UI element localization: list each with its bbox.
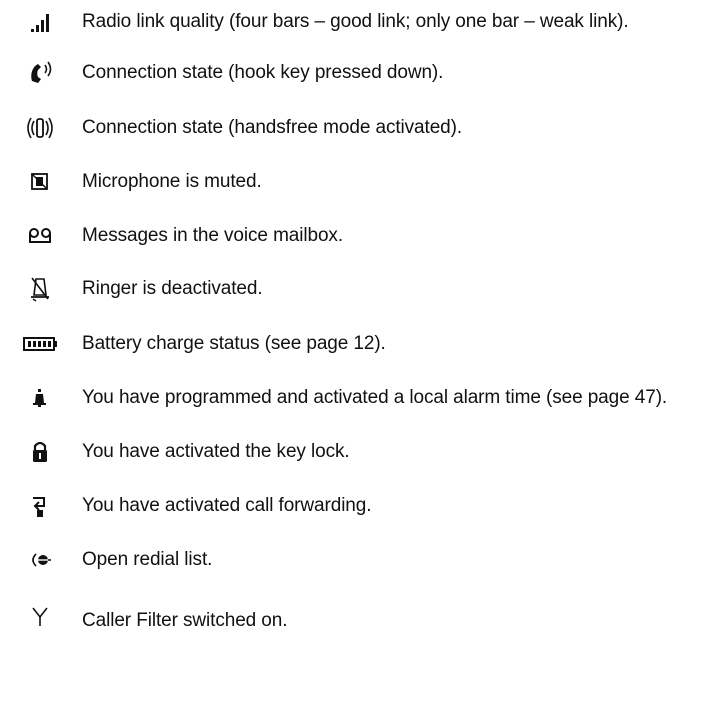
signal-bars-icon bbox=[22, 4, 58, 40]
ringer-off-icon bbox=[22, 271, 58, 307]
key-lock-icon bbox=[22, 434, 58, 470]
legend-row-mic-muted: Microphone is muted. bbox=[0, 162, 722, 202]
legend-row-redial: Open redial list. bbox=[0, 540, 722, 580]
legend-row-battery: Battery charge status (see page 12). bbox=[0, 324, 722, 364]
legend-row-signal: Radio link quality (four bars – good lin… bbox=[0, 2, 722, 42]
legend-row-voice-mailbox: Messages in the voice mailbox. bbox=[0, 216, 722, 256]
legend-text: Open redial list. bbox=[82, 549, 213, 570]
legend-text: You have programmed and activated a loca… bbox=[82, 387, 668, 408]
redial-list-icon bbox=[22, 542, 58, 578]
legend-text: Connection state (hook key pressed down)… bbox=[82, 62, 444, 83]
legend-text: Messages in the voice mailbox. bbox=[82, 225, 344, 246]
legend-text: Battery charge status (see page 12). bbox=[82, 333, 386, 354]
legend-row-caller-filter: Caller Filter switched on. bbox=[0, 596, 722, 636]
legend-row-ringer-off: Ringer is deactivated. bbox=[0, 269, 722, 309]
microphone-muted-icon bbox=[22, 164, 58, 200]
legend-text: You have activated call forwarding. bbox=[82, 495, 372, 516]
legend-row-hook-key: Connection state (hook key pressed down)… bbox=[0, 53, 722, 93]
legend-text: Ringer is deactivated. bbox=[82, 278, 263, 299]
status-icon-legend: Radio link quality (four bars – good lin… bbox=[0, 0, 722, 722]
handsfree-icon bbox=[22, 110, 58, 146]
legend-text: Caller Filter switched on. bbox=[82, 610, 288, 631]
call-forwarding-icon bbox=[22, 488, 58, 524]
voice-mailbox-icon bbox=[22, 218, 58, 254]
legend-text: Connection state (handsfree mode activat… bbox=[82, 117, 463, 138]
legend-row-handsfree: Connection state (handsfree mode activat… bbox=[0, 108, 722, 148]
handset-off-hook-icon bbox=[22, 55, 58, 91]
legend-text: Radio link quality (four bars – good lin… bbox=[82, 11, 629, 32]
alarm-clock-icon bbox=[22, 380, 58, 416]
legend-text: Microphone is muted. bbox=[82, 171, 262, 192]
legend-row-alarm: You have programmed and activated a loca… bbox=[0, 378, 722, 418]
legend-text: You have activated the key lock. bbox=[82, 441, 350, 462]
legend-row-key-lock: You have activated the key lock. bbox=[0, 432, 722, 472]
legend-row-call-forwarding: You have activated call forwarding. bbox=[0, 486, 722, 526]
caller-filter-icon bbox=[22, 598, 58, 634]
battery-icon bbox=[22, 326, 58, 362]
